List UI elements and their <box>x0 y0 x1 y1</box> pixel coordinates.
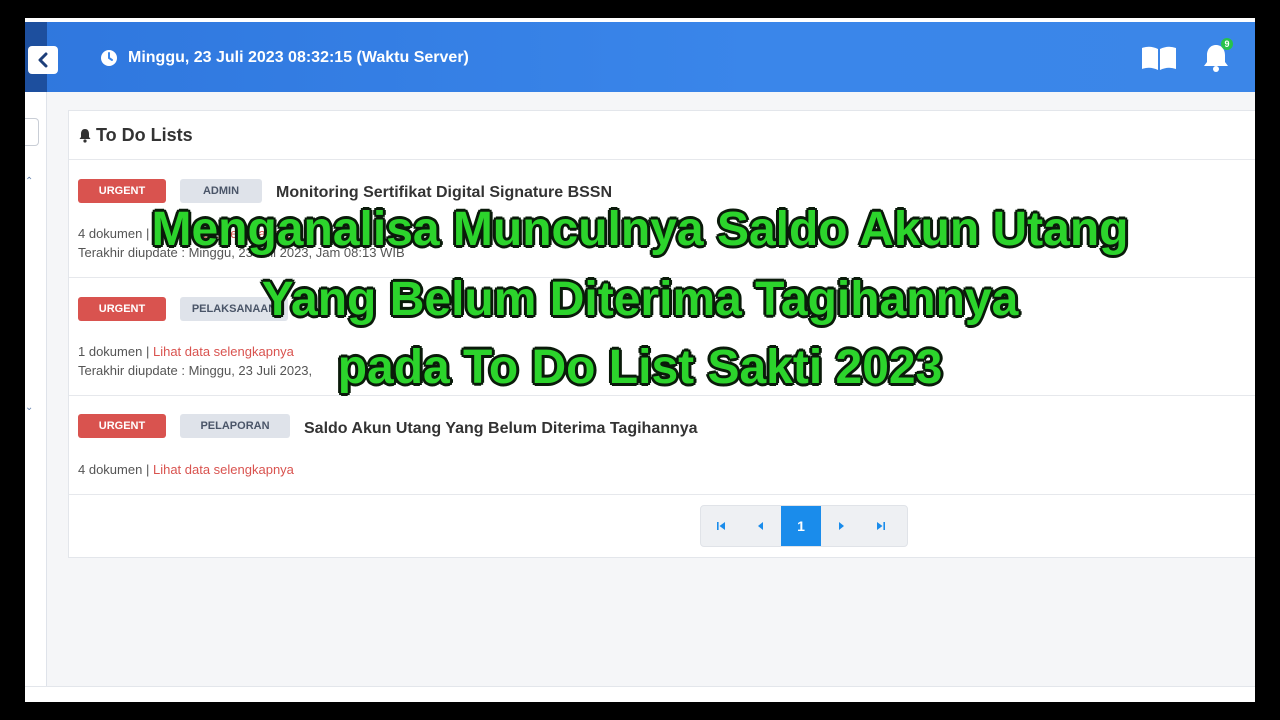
main-content: To Do Lists URGENT ADMIN Monitoring Sert… <box>47 92 1255 702</box>
chevron-up-icon[interactable]: ⌃ <box>25 176 33 187</box>
category-badge: ADMIN <box>180 179 262 203</box>
sidebar-toggle-button[interactable] <box>28 46 58 74</box>
pagination: 1 <box>700 505 908 547</box>
chevron-left-icon <box>38 52 48 68</box>
prev-page-icon <box>758 522 763 530</box>
page-button-current[interactable]: 1 <box>781 506 821 546</box>
todo-item-title[interactable]: Monitoring Sertifikat Digital Signature … <box>276 184 612 202</box>
bell-icon <box>79 128 91 143</box>
chevron-down-icon[interactable]: ⌄ <box>25 402 33 413</box>
overlay-title-line: Yang Belum Diterima Tagihannya <box>261 273 1019 326</box>
overlay-title-line: Menganalisa Munculnya Saldo Akun Utang <box>151 203 1129 256</box>
card-title: To Do Lists <box>96 124 193 145</box>
overlay-title-line: pada To Do List Sakti 2023 <box>337 341 943 394</box>
todo-item-title[interactable]: Saldo Akun Utang Yang Belum Diterima Tag… <box>304 420 698 438</box>
book-icon[interactable] <box>1140 44 1178 72</box>
prev-page-button[interactable] <box>741 506 781 546</box>
last-page-button[interactable] <box>861 506 901 546</box>
detail-link[interactable]: Lihat data selengkapnya <box>153 462 294 477</box>
first-page-button[interactable] <box>701 506 741 546</box>
clock-icon <box>101 50 117 66</box>
todo-card: To Do Lists URGENT ADMIN Monitoring Sert… <box>68 110 1255 558</box>
document-count: 4 dokumen | Lihat data selengkapnya <box>78 462 294 477</box>
next-page-icon <box>839 522 844 530</box>
todo-item: URGENT PELAPORAN Saldo Akun Utang Yang B… <box>69 396 1255 495</box>
urgent-badge: URGENT <box>78 414 166 438</box>
last-page-icon <box>877 522 885 530</box>
notification-count-badge: 9 <box>1221 38 1233 50</box>
sidebar-search-input[interactable] <box>25 118 39 146</box>
next-page-button[interactable] <box>821 506 861 546</box>
server-datetime: Minggu, 23 Juli 2023 08:32:15 (Waktu Ser… <box>128 49 469 66</box>
card-header: To Do Lists <box>69 111 1255 160</box>
urgent-badge: URGENT <box>78 179 166 203</box>
sidebar: ⌃ ⌄ <box>25 92 47 702</box>
first-page-icon <box>717 522 725 530</box>
category-badge: PELAPORAN <box>180 414 290 438</box>
bottom-bar <box>25 686 1255 702</box>
top-header: Minggu, 23 Juli 2023 08:32:15 (Waktu Ser… <box>25 22 1255 92</box>
